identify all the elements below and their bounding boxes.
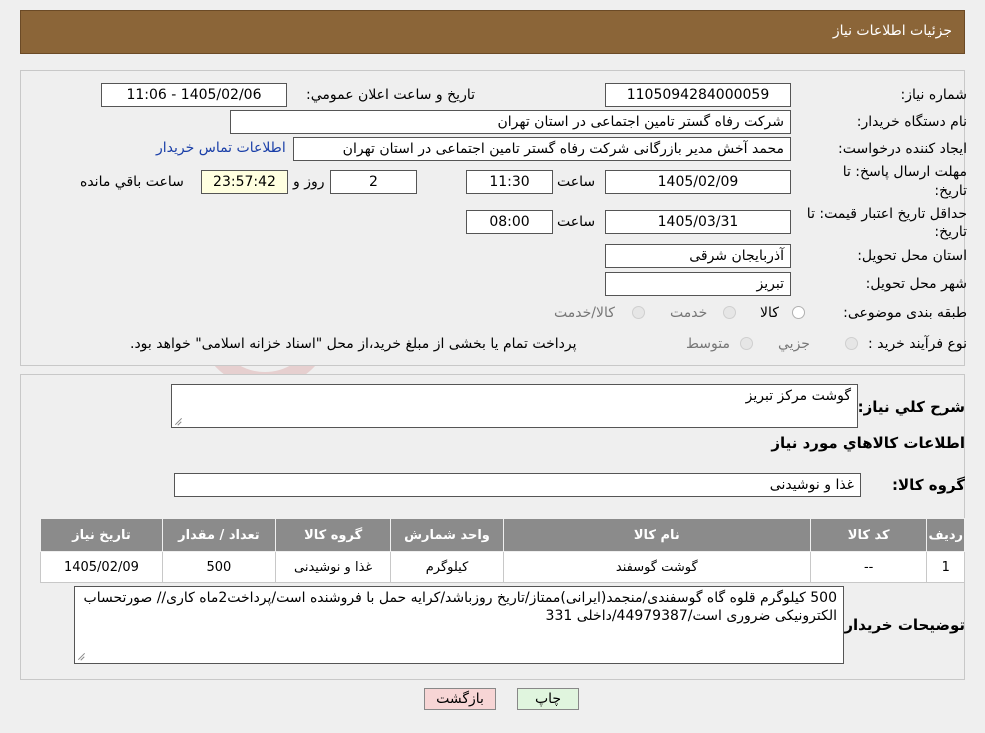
col-row-number: رديف: [926, 518, 965, 552]
process-note: پرداخت تمام یا بخشی از مبلغ خرید،از محل …: [130, 336, 577, 352]
category-radio-service[interactable]: [723, 306, 736, 319]
category-option-goods: کالا: [760, 305, 779, 321]
cell-goods-code: --: [809, 551, 928, 583]
creator-field: محمد آخش مدیر بازرگانی شرکت رفاه گستر تا…: [293, 137, 791, 161]
col-need-date: تاریخ نیاز: [40, 518, 163, 552]
reply-deadline-label-2: تاریخ:: [934, 183, 967, 199]
creator-label: ایجاد کننده درخواست:: [838, 141, 967, 157]
validity-label: حداقل تاریخ اعتبار قیمت: تا: [806, 206, 967, 222]
buyer-org-label: نام دستگاه خریدار:: [856, 114, 967, 130]
remaining-days-field: 2: [330, 170, 417, 194]
validity-label-2: تاریخ:: [934, 224, 967, 240]
remaining-label: ساعت باقي مانده: [80, 174, 184, 190]
province-field: آذربایجان شرقی: [605, 244, 791, 268]
print-button[interactable]: چاپ: [517, 688, 579, 710]
page-header: جزئیات اطلاعات نیاز: [20, 10, 965, 54]
table-row: 1 -- گوشت گوسفند کیلوگرم غذا و نوشیدنی 5…: [40, 551, 965, 583]
goods-group-field: غذا و نوشیدنی: [174, 473, 861, 497]
summary-resize-handle[interactable]: [174, 417, 182, 425]
back-button[interactable]: بازگشت: [424, 688, 496, 710]
category-label: طبقه بندی موضوعی:: [843, 305, 967, 321]
col-unit: واحد شمارش: [390, 518, 504, 552]
summary-text: گوشت مرکز تبریز: [745, 388, 851, 404]
col-goods-code: کد کالا: [809, 518, 928, 552]
reply-date-field: 1405/02/09: [605, 170, 791, 194]
category-radio-goods[interactable]: [792, 306, 805, 319]
need-number-label: شماره نیاز:: [900, 87, 968, 103]
category-option-service: خدمت: [670, 305, 708, 321]
buyer-notes-label: توضیحات خریدار:: [838, 616, 965, 634]
summary-label: شرح کلي نياز:: [857, 398, 965, 416]
table-header-row: رديف کد کالا نام کالا واحد شمارش گروه کا…: [40, 518, 965, 552]
buyer-notes-textarea[interactable]: 500 کیلوگرم قلوه گاه گوسفندی/منجمد(ایران…: [74, 586, 844, 664]
reply-hour-label: ساعت: [557, 174, 596, 190]
announce-date-label: تاریخ و ساعت اعلان عمومي:: [306, 87, 475, 103]
goods-group-label: گروه کالا:: [892, 476, 965, 494]
days-label: روز و: [293, 174, 325, 190]
validity-date-field: 1405/03/31: [605, 210, 791, 234]
buyer-org-field: شرکت رفاه گستر تامین اجتماعی در استان ته…: [230, 110, 791, 134]
col-quantity: تعداد / مقدار: [161, 518, 276, 552]
remaining-time-field: 23:57:42: [201, 170, 288, 194]
city-field: تبریز: [605, 272, 791, 296]
process-type-label: نوع فرآیند خرید :: [868, 336, 967, 352]
cell-need-date: 1405/02/09: [40, 551, 163, 583]
cell-goods-group: غذا و نوشیدنی: [274, 551, 392, 583]
col-goods-name: نام کالا: [502, 518, 811, 552]
notes-resize-handle[interactable]: [77, 652, 85, 660]
province-label: استان محل تحویل:: [857, 248, 967, 264]
reply-time-field: 11:30: [466, 170, 553, 194]
buyer-contact-link[interactable]: اطلاعات تماس خریدار: [156, 140, 286, 156]
city-label: شهر محل تحویل:: [865, 276, 967, 292]
cell-row-number: 1: [926, 551, 965, 583]
validity-hour-label: ساعت: [557, 214, 596, 230]
cell-goods-name: گوشت گوسفند: [502, 551, 811, 583]
goods-table: رديف کد کالا نام کالا واحد شمارش گروه کا…: [40, 518, 965, 583]
cell-unit: کیلوگرم: [390, 551, 504, 583]
process-option-medium: متوسط: [686, 336, 730, 352]
need-number-field: 1105094284000059: [605, 83, 791, 107]
cell-quantity: 500: [161, 551, 276, 583]
process-radio-minor[interactable]: [845, 337, 858, 350]
page-title: جزئیات اطلاعات نیاز: [832, 23, 952, 39]
category-option-goods-service: کالا/خدمت: [554, 305, 615, 321]
summary-textarea[interactable]: گوشت مرکز تبریز: [171, 384, 858, 428]
validity-time-field: 08:00: [466, 210, 553, 234]
col-goods-group: گروه کالا: [274, 518, 392, 552]
announce-date-field: 1405/02/06 - 11:06: [101, 83, 287, 107]
process-option-minor: جزیي: [778, 336, 810, 352]
reply-deadline-label: مهلت ارسال پاسخ: تا: [842, 164, 967, 180]
category-radio-goods-service[interactable]: [632, 306, 645, 319]
process-radio-medium[interactable]: [740, 337, 753, 350]
goods-info-title: اطلاعات کالاهاي مورد نياز: [771, 434, 965, 452]
buyer-notes-text: 500 کیلوگرم قلوه گاه گوسفندی/منجمد(ایران…: [83, 590, 837, 624]
